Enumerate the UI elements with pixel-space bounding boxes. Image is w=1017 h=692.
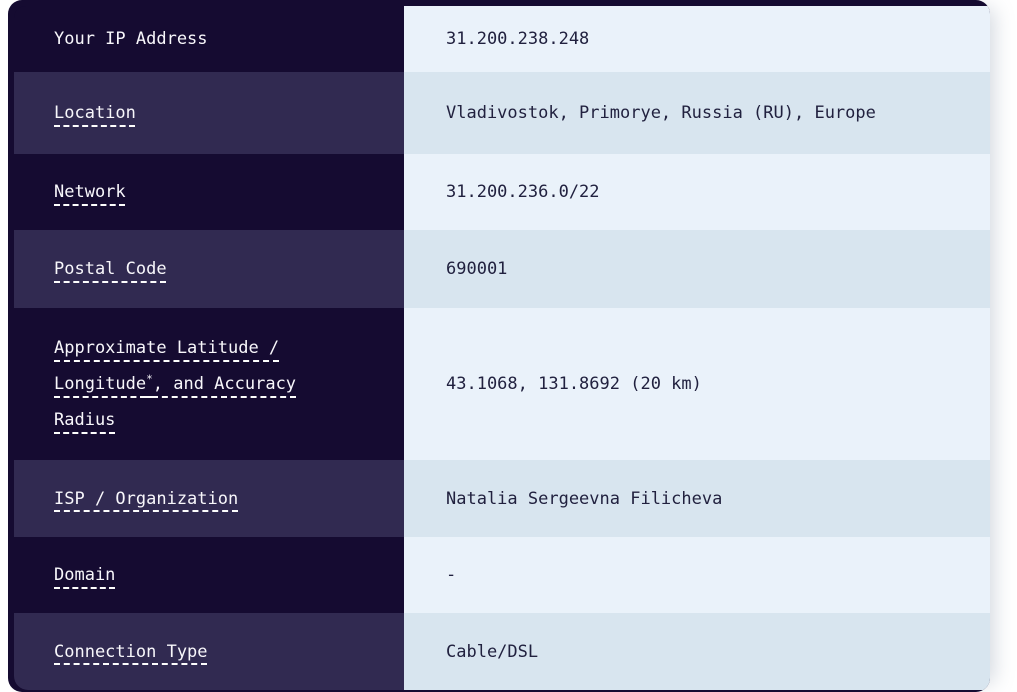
value-network: 31.200.236.0/22 [446, 179, 600, 205]
row-value-cell: Cable/DSL [404, 613, 990, 690]
table-row: Domain - [14, 537, 990, 613]
label-your-ip-address: Your IP Address [54, 21, 208, 57]
label-approximate-coordinates[interactable]: Approximate Latitude / Longitude*, and A… [54, 330, 306, 438]
row-value-cell: - [404, 537, 990, 613]
value-connection-type: Cable/DSL [446, 639, 538, 665]
table-row: ISP / Organization Natalia Sergeevna Fil… [14, 460, 990, 537]
ip-info-table: Your IP Address 31.200.238.248 Location … [8, 0, 990, 692]
label-isp-organization[interactable]: ISP / Organization [54, 481, 238, 517]
row-value-cell: Vladivostok, Primorye, Russia (RU), Euro… [404, 72, 990, 154]
row-value-cell: 31.200.236.0/22 [404, 154, 990, 230]
table-row: Approximate Latitude / Longitude*, and A… [14, 308, 990, 460]
label-postal-code[interactable]: Postal Code [54, 251, 167, 287]
row-value-cell: 43.1068, 131.8692 (20 km) [404, 308, 990, 460]
row-label-cell: Approximate Latitude / Longitude*, and A… [14, 308, 404, 460]
label-domain[interactable]: Domain [54, 557, 115, 593]
table-row: Location Vladivostok, Primorye, Russia (… [14, 72, 990, 154]
row-value-cell: 31.200.238.248 [404, 6, 990, 72]
value-domain: - [446, 562, 456, 588]
row-value-cell: 690001 [404, 230, 990, 308]
table-row: Postal Code 690001 [14, 230, 990, 308]
value-postal-code: 690001 [446, 256, 507, 282]
footnote-asterisk: * [146, 372, 153, 385]
row-label-cell: Connection Type [14, 613, 404, 690]
value-isp-organization: Natalia Sergeevna Filicheva [446, 486, 722, 512]
row-value-cell: Natalia Sergeevna Filicheva [404, 460, 990, 537]
label-connection-type[interactable]: Connection Type [54, 634, 208, 670]
table-row: Network 31.200.236.0/22 [14, 154, 990, 230]
row-label-cell: Postal Code [14, 230, 404, 308]
label-network[interactable]: Network [54, 174, 126, 210]
row-label-cell: Your IP Address [14, 6, 404, 72]
row-label-cell: ISP / Organization [14, 460, 404, 537]
table-row: Your IP Address 31.200.238.248 [14, 6, 990, 72]
value-coordinates: 43.1068, 131.8692 (20 km) [446, 371, 702, 397]
row-label-cell: Network [14, 154, 404, 230]
table-row: Connection Type Cable/DSL [14, 613, 990, 690]
value-location: Vladivostok, Primorye, Russia (RU), Euro… [446, 100, 876, 126]
value-ip-address: 31.200.238.248 [446, 26, 589, 52]
label-location[interactable]: Location [54, 95, 136, 131]
row-label-cell: Location [14, 72, 404, 154]
row-label-cell: Domain [14, 537, 404, 613]
